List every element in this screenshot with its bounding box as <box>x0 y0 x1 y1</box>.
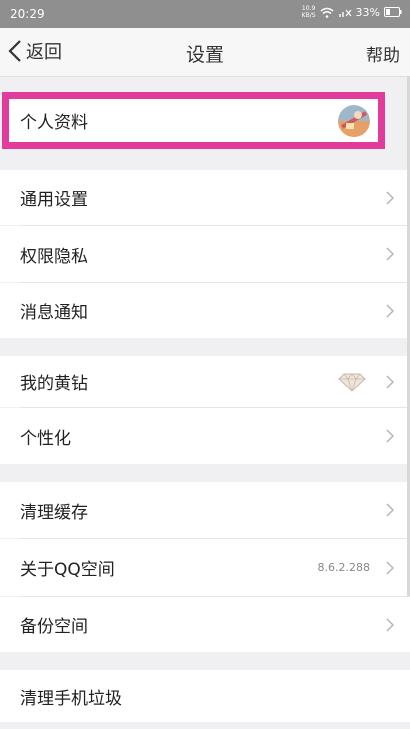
chevron-right-icon <box>386 560 394 575</box>
battery-percent: 33% <box>355 5 380 19</box>
list-item-about-qzone[interactable]: 关于QQ空间 8.6.2.288 <box>0 539 410 596</box>
list-item-label: 通用设置 <box>20 190 88 210</box>
chevron-right-icon <box>386 190 394 205</box>
battery-icon <box>384 7 402 17</box>
status-icons: 10.9 KB/S 33% <box>302 5 402 19</box>
list-item-label: 备份空间 <box>20 617 88 637</box>
profile-row-content[interactable]: 个人资料 <box>9 99 378 142</box>
status-time: 20:29 <box>10 7 45 21</box>
list-item-label: 清理手机垃圾 <box>20 688 122 709</box>
list-item-personalization[interactable]: 个性化 <box>0 408 410 464</box>
list-item-label: 我的黄钻 <box>20 374 88 394</box>
list-item-general-settings[interactable]: 通用设置 <box>0 170 410 225</box>
list-item-label: 关于QQ空间 <box>20 560 115 580</box>
avatar-icon <box>338 105 370 137</box>
list-item-privacy[interactable]: 权限隐私 <box>0 226 410 282</box>
list-item-label: 消息通知 <box>20 303 88 323</box>
list-item-label: 个性化 <box>20 428 71 449</box>
status-bar: 20:29 10.9 KB/S 33% <box>0 0 410 28</box>
list-item-clear-cache[interactable]: 清理缓存 <box>0 482 410 538</box>
page-title: 设置 <box>185 44 224 66</box>
nav-bar: 返回 设置 帮助 <box>0 28 410 77</box>
signal-icon <box>338 9 352 17</box>
list-item-notifications[interactable]: 消息通知 <box>0 283 410 338</box>
network-speed: 10.9 KB/S <box>301 5 316 19</box>
list-item-label: 权限隐私 <box>20 246 88 267</box>
profile-label: 个人资料 <box>20 113 88 133</box>
wifi-icon <box>320 7 334 18</box>
chevron-right-icon <box>386 303 394 318</box>
chevron-right-icon <box>386 429 394 443</box>
chevron-right-icon <box>386 374 394 389</box>
diamond-icon <box>338 372 366 392</box>
chevron-right-icon <box>386 247 394 261</box>
help-button[interactable]: 帮助 <box>366 41 400 66</box>
chevron-right-icon <box>386 503 394 517</box>
version-text: 8.6.2.288 <box>317 561 370 574</box>
list-item-yellow-diamond[interactable]: 我的黄钻 <box>0 356 410 407</box>
list-item-label: 清理缓存 <box>20 502 88 523</box>
chevron-right-icon <box>386 617 394 632</box>
list-item-backup-space[interactable]: 备份空间 <box>0 597 410 652</box>
list-item-clean-phone[interactable]: 清理手机垃圾 <box>0 670 410 722</box>
